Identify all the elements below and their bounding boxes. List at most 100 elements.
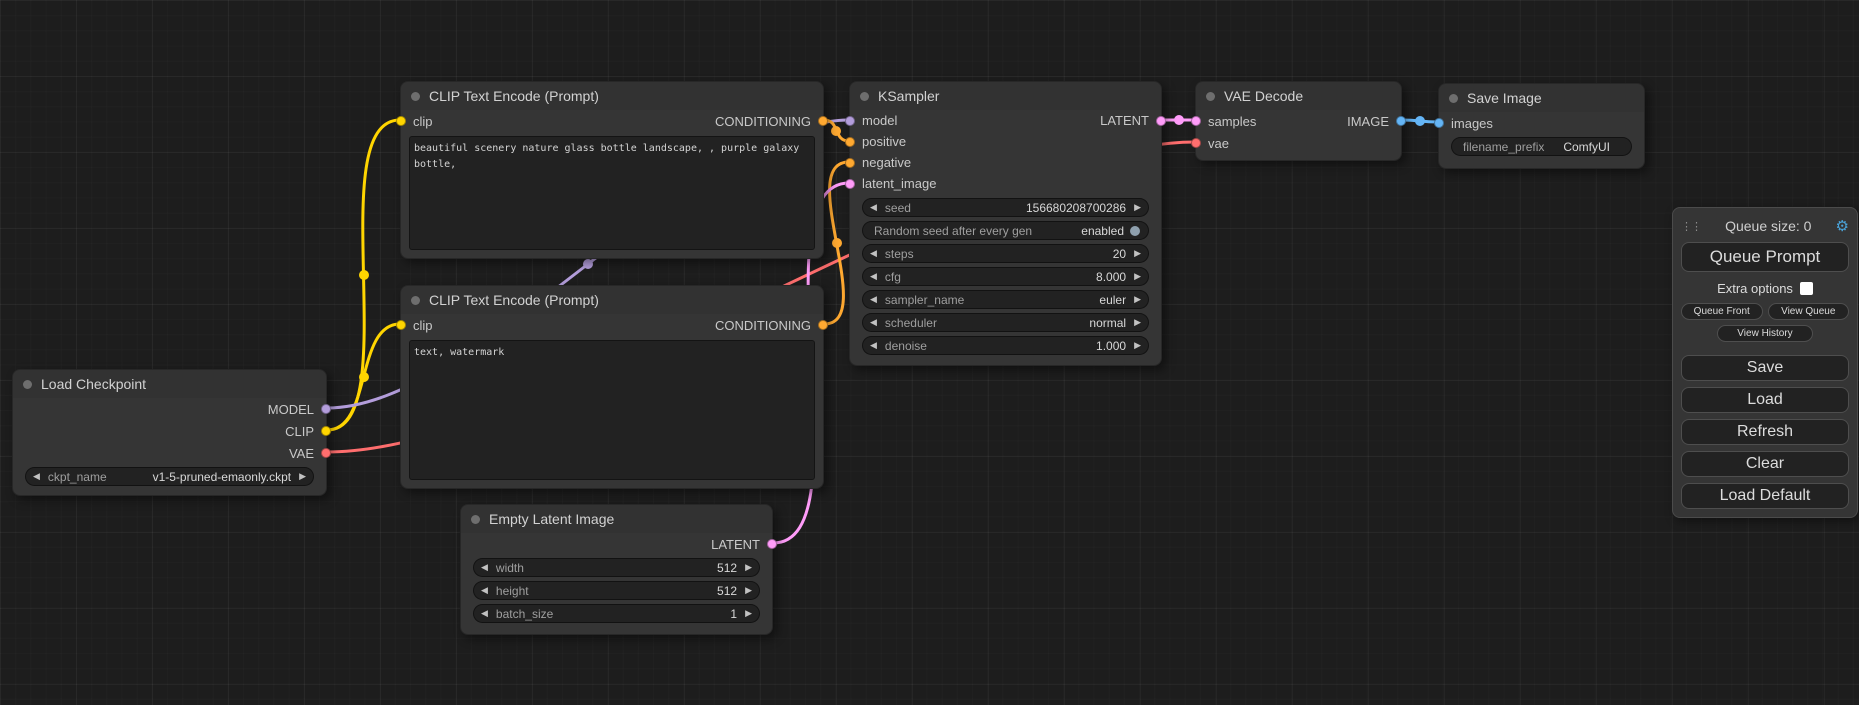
decrement-arrow-icon[interactable]: ◀: [870, 203, 877, 212]
filename-prefix-widget[interactable]: filename_prefix ComfyUI: [1451, 137, 1632, 156]
increment-arrow-icon[interactable]: ▶: [1134, 249, 1141, 258]
extra-options-checkbox[interactable]: [1800, 282, 1813, 295]
node-header[interactable]: CLIP Text Encode (Prompt): [401, 82, 823, 110]
collapse-dot-icon[interactable]: [411, 296, 420, 305]
wire-midpoint-dot: [583, 259, 593, 269]
wire-midpoint-dot: [359, 270, 369, 280]
node-header[interactable]: KSampler: [850, 82, 1161, 110]
node-clip-text-encode-positive[interactable]: CLIP Text Encode (Prompt) clip CONDITION…: [400, 81, 824, 259]
widget-name: sampler_name: [885, 293, 964, 307]
node-load-checkpoint[interactable]: Load Checkpoint MODEL CLIP VAE ◀ ckpt_na…: [12, 369, 327, 496]
decrement-arrow-icon[interactable]: ◀: [481, 586, 488, 595]
latent-output-slot[interactable]: [767, 539, 777, 549]
view-queue-button[interactable]: View Queue: [1768, 303, 1850, 320]
negative-input-slot[interactable]: [845, 158, 855, 168]
collapse-dot-icon[interactable]: [1449, 94, 1458, 103]
slot-label-vae-input: vae: [1208, 136, 1229, 151]
drag-handle-icon[interactable]: ⋮⋮: [1681, 220, 1701, 233]
increment-arrow-icon[interactable]: ▶: [745, 586, 752, 595]
random-seed-toggle-widget[interactable]: Random seed after every gen enabled: [862, 221, 1149, 240]
denoise-widget[interactable]: ◀ denoise 1.000 ▶: [862, 336, 1149, 355]
images-input-slot[interactable]: [1434, 118, 1444, 128]
increment-arrow-icon[interactable]: ▶: [1134, 203, 1141, 212]
queue-panel-header: ⋮⋮ Queue size: 0 ⚙: [1681, 216, 1849, 236]
latent-output-slot[interactable]: [1156, 116, 1166, 126]
node-ksampler[interactable]: KSampler model LATENT positive negative …: [849, 81, 1162, 366]
node-title: VAE Decode: [1224, 88, 1303, 104]
queue-panel[interactable]: ⋮⋮ Queue size: 0 ⚙ Queue Prompt Extra op…: [1672, 207, 1858, 518]
image-output-slot[interactable]: [1396, 116, 1406, 126]
conditioning-output-slot[interactable]: [818, 320, 828, 330]
node-header[interactable]: Save Image: [1439, 84, 1644, 112]
load-button[interactable]: Load: [1681, 387, 1849, 413]
increment-arrow-icon[interactable]: ▶: [299, 472, 306, 481]
steps-widget[interactable]: ◀ steps 20 ▶: [862, 244, 1149, 263]
decrement-arrow-icon[interactable]: ◀: [481, 563, 488, 572]
node-clip-text-encode-negative[interactable]: CLIP Text Encode (Prompt) clip CONDITION…: [400, 285, 824, 489]
cfg-widget[interactable]: ◀ cfg 8.000 ▶: [862, 267, 1149, 286]
collapse-dot-icon[interactable]: [471, 515, 480, 524]
slot-row: VAE: [13, 442, 326, 464]
node-header[interactable]: VAE Decode: [1196, 82, 1401, 110]
extra-options-label: Extra options: [1717, 281, 1793, 296]
widget-name: height: [496, 584, 529, 598]
collapse-dot-icon[interactable]: [23, 380, 32, 389]
view-history-button[interactable]: View History: [1717, 325, 1813, 342]
batch-size-widget[interactable]: ◀ batch_size 1 ▶: [473, 604, 760, 623]
node-empty-latent-image[interactable]: Empty Latent Image LATENT ◀ width 512 ▶ …: [460, 504, 773, 635]
slot-label-model-output: MODEL: [268, 402, 314, 417]
clip-output-slot[interactable]: [321, 426, 331, 436]
scheduler-widget[interactable]: ◀ scheduler normal ▶: [862, 313, 1149, 332]
refresh-button[interactable]: Refresh: [1681, 419, 1849, 445]
node-header[interactable]: CLIP Text Encode (Prompt): [401, 286, 823, 314]
decrement-arrow-icon[interactable]: ◀: [870, 272, 877, 281]
prompt-textarea[interactable]: beautiful scenery nature glass bottle la…: [409, 136, 815, 250]
collapse-dot-icon[interactable]: [1206, 92, 1215, 101]
ckpt-name-widget[interactable]: ◀ ckpt_name v1-5-pruned-emaonly.ckpt ▶: [25, 467, 314, 486]
vae-input-slot[interactable]: [1191, 138, 1201, 148]
vae-output-slot[interactable]: [321, 448, 331, 458]
model-input-slot[interactable]: [845, 116, 855, 126]
height-widget[interactable]: ◀ height 512 ▶: [473, 581, 760, 600]
latent-image-input-slot[interactable]: [845, 179, 855, 189]
decrement-arrow-icon[interactable]: ◀: [870, 295, 877, 304]
collapse-dot-icon[interactable]: [860, 92, 869, 101]
increment-arrow-icon[interactable]: ▶: [745, 563, 752, 572]
clip-input-slot[interactable]: [396, 116, 406, 126]
conditioning-output-slot[interactable]: [818, 116, 828, 126]
toggle-dot-icon[interactable]: [1130, 226, 1140, 236]
decrement-arrow-icon[interactable]: ◀: [481, 609, 488, 618]
positive-input-slot[interactable]: [845, 137, 855, 147]
settings-gear-icon[interactable]: ⚙: [1836, 217, 1849, 235]
node-header[interactable]: Load Checkpoint: [13, 370, 326, 398]
clip-input-slot[interactable]: [396, 320, 406, 330]
slot-label-model-input: model: [862, 113, 897, 128]
decrement-arrow-icon[interactable]: ◀: [870, 249, 877, 258]
collapse-dot-icon[interactable]: [411, 92, 420, 101]
node-vae-decode[interactable]: VAE Decode samples IMAGE vae: [1195, 81, 1402, 161]
prompt-textarea[interactable]: text, watermark: [409, 340, 815, 480]
increment-arrow-icon[interactable]: ▶: [1134, 295, 1141, 304]
increment-arrow-icon[interactable]: ▶: [1134, 341, 1141, 350]
decrement-arrow-icon[interactable]: ◀: [870, 341, 877, 350]
queue-front-button[interactable]: Queue Front: [1681, 303, 1763, 320]
model-output-slot[interactable]: [321, 404, 331, 414]
increment-arrow-icon[interactable]: ▶: [1134, 272, 1141, 281]
samples-input-slot[interactable]: [1191, 116, 1201, 126]
graph-canvas[interactable]: { "colors": { "model": "#B39DDB", "clip"…: [0, 0, 1859, 705]
load-default-button[interactable]: Load Default: [1681, 483, 1849, 509]
slot-label-clip-input: clip: [413, 114, 433, 129]
node-save-image[interactable]: Save Image images filename_prefix ComfyU…: [1438, 83, 1645, 169]
decrement-arrow-icon[interactable]: ◀: [870, 318, 877, 327]
save-button[interactable]: Save: [1681, 355, 1849, 381]
sampler-name-widget[interactable]: ◀ sampler_name euler ▶: [862, 290, 1149, 309]
slot-row: positive: [850, 131, 1161, 152]
increment-arrow-icon[interactable]: ▶: [1134, 318, 1141, 327]
node-header[interactable]: Empty Latent Image: [461, 505, 772, 533]
clear-button[interactable]: Clear: [1681, 451, 1849, 477]
seed-widget[interactable]: ◀ seed 156680208700286 ▶: [862, 198, 1149, 217]
decrement-arrow-icon[interactable]: ◀: [33, 472, 40, 481]
width-widget[interactable]: ◀ width 512 ▶: [473, 558, 760, 577]
queue-prompt-button[interactable]: Queue Prompt: [1681, 242, 1849, 272]
increment-arrow-icon[interactable]: ▶: [745, 609, 752, 618]
